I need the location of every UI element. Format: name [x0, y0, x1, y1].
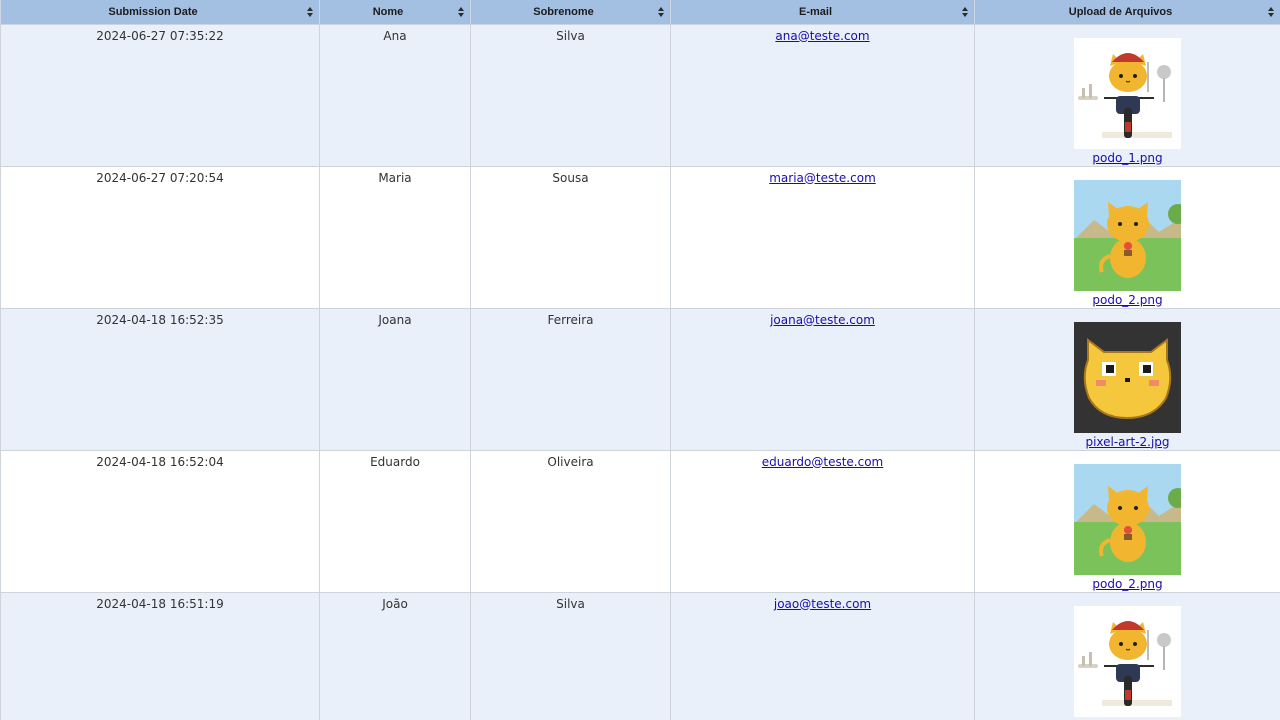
column-header-label: Upload de Arquivos: [1068, 5, 1173, 18]
cell-submission-date: 2024-04-18 16:51:19: [0, 591, 320, 720]
column-header-label: E-mail: [798, 5, 832, 18]
column-header-label: Submission Date: [108, 5, 198, 18]
email-link[interactable]: joana@teste.com: [770, 313, 875, 327]
cell-submission-date: 2024-04-18 16:52:04: [0, 449, 320, 593]
column-header-email[interactable]: E-mail: [670, 0, 975, 24]
table-row: 2024-04-18 16:52:35 Joana Ferreira joana…: [0, 307, 1280, 451]
thumbnail-cat-on-bicycle[interactable]: [1074, 37, 1181, 149]
cell-upload: podo_2.png: [974, 165, 1280, 309]
cell-submission-date: 2024-06-27 07:35:22: [0, 23, 320, 167]
thumbnail-cat-on-bicycle[interactable]: [1074, 605, 1181, 717]
column-header-label: Nome: [372, 5, 404, 18]
table-row: 2024-06-27 07:35:22 Ana Silva ana@teste.…: [0, 23, 1280, 167]
sort-icon[interactable]: [658, 7, 665, 17]
submissions-table: Submission Date Nome Sobrenome E-mail Up…: [0, 0, 1280, 720]
cell-submission-date: 2024-04-18 16:52:35: [0, 307, 320, 451]
column-header-sobrenome[interactable]: Sobrenome: [470, 0, 671, 24]
sort-icon[interactable]: [307, 7, 314, 17]
cell-sobrenome: Silva: [470, 591, 671, 720]
cell-sobrenome: Ferreira: [470, 307, 671, 451]
submission-date-value: 2024-04-18 16:52:04: [96, 454, 224, 469]
thumbnail-cat-holding-flower[interactable]: [1074, 179, 1181, 291]
nome-value: Joana: [378, 312, 412, 327]
table-row: 2024-04-18 16:52:04 Eduardo Oliveira edu…: [0, 449, 1280, 593]
header-row: Submission Date Nome Sobrenome E-mail Up…: [0, 0, 1280, 24]
cell-email: eduardo@teste.com: [670, 449, 975, 593]
column-header-nome[interactable]: Nome: [319, 0, 471, 24]
column-header-label: Sobrenome: [533, 5, 594, 18]
sort-icon[interactable]: [962, 7, 969, 17]
email-link[interactable]: joao@teste.com: [774, 597, 871, 611]
thumbnail-cat-holding-flower[interactable]: [1074, 463, 1181, 575]
email-link[interactable]: maria@teste.com: [769, 171, 876, 185]
email-link[interactable]: ana@teste.com: [775, 29, 869, 43]
cell-nome: Joana: [319, 307, 471, 451]
column-header-submission-date[interactable]: Submission Date: [0, 0, 320, 24]
submission-date-value: 2024-04-18 16:51:19: [96, 596, 224, 611]
cell-sobrenome: Oliveira: [470, 449, 671, 593]
sort-icon[interactable]: [458, 7, 465, 17]
file-link[interactable]: podo_1.png: [975, 151, 1280, 165]
table-row: 2024-04-18 16:51:19 João Silva joao@test…: [0, 591, 1280, 720]
nome-value: Eduardo: [370, 454, 420, 469]
cell-upload: podo_1.png: [974, 23, 1280, 167]
cell-email: ana@teste.com: [670, 23, 975, 167]
cell-upload: [974, 591, 1280, 720]
nome-value: Ana: [383, 28, 407, 43]
sobrenome-value: Ferreira: [547, 312, 594, 327]
email-link[interactable]: eduardo@teste.com: [762, 455, 884, 469]
sobrenome-value: Oliveira: [547, 454, 594, 469]
sobrenome-value: Sousa: [552, 170, 589, 185]
file-link[interactable]: podo_2.png: [975, 577, 1280, 591]
submission-date-value: 2024-04-18 16:52:35: [96, 312, 224, 327]
cell-upload: podo_2.png: [974, 449, 1280, 593]
cell-email: maria@teste.com: [670, 165, 975, 309]
cell-sobrenome: Sousa: [470, 165, 671, 309]
cell-nome: Eduardo: [319, 449, 471, 593]
nome-value: Maria: [378, 170, 412, 185]
cell-upload: pixel-art-2.jpg: [974, 307, 1280, 451]
cell-email: joao@teste.com: [670, 591, 975, 720]
column-header-upload[interactable]: Upload de Arquivos: [974, 0, 1280, 24]
cell-email: joana@teste.com: [670, 307, 975, 451]
submission-date-value: 2024-06-27 07:35:22: [96, 28, 224, 43]
cell-submission-date: 2024-06-27 07:20:54: [0, 165, 320, 309]
submission-date-value: 2024-06-27 07:20:54: [96, 170, 224, 185]
file-link[interactable]: pixel-art-2.jpg: [975, 435, 1280, 449]
cell-nome: João: [319, 591, 471, 720]
cell-nome: Ana: [319, 23, 471, 167]
sobrenome-value: Silva: [556, 596, 585, 611]
cell-nome: Maria: [319, 165, 471, 309]
thumbnail-pixel-art-cat[interactable]: [1074, 321, 1181, 433]
nome-value: João: [382, 596, 408, 611]
sobrenome-value: Silva: [556, 28, 585, 43]
file-link[interactable]: podo_2.png: [975, 293, 1280, 307]
table-row: 2024-06-27 07:20:54 Maria Sousa maria@te…: [0, 165, 1280, 309]
sort-icon[interactable]: [1268, 7, 1275, 17]
cell-sobrenome: Silva: [470, 23, 671, 167]
